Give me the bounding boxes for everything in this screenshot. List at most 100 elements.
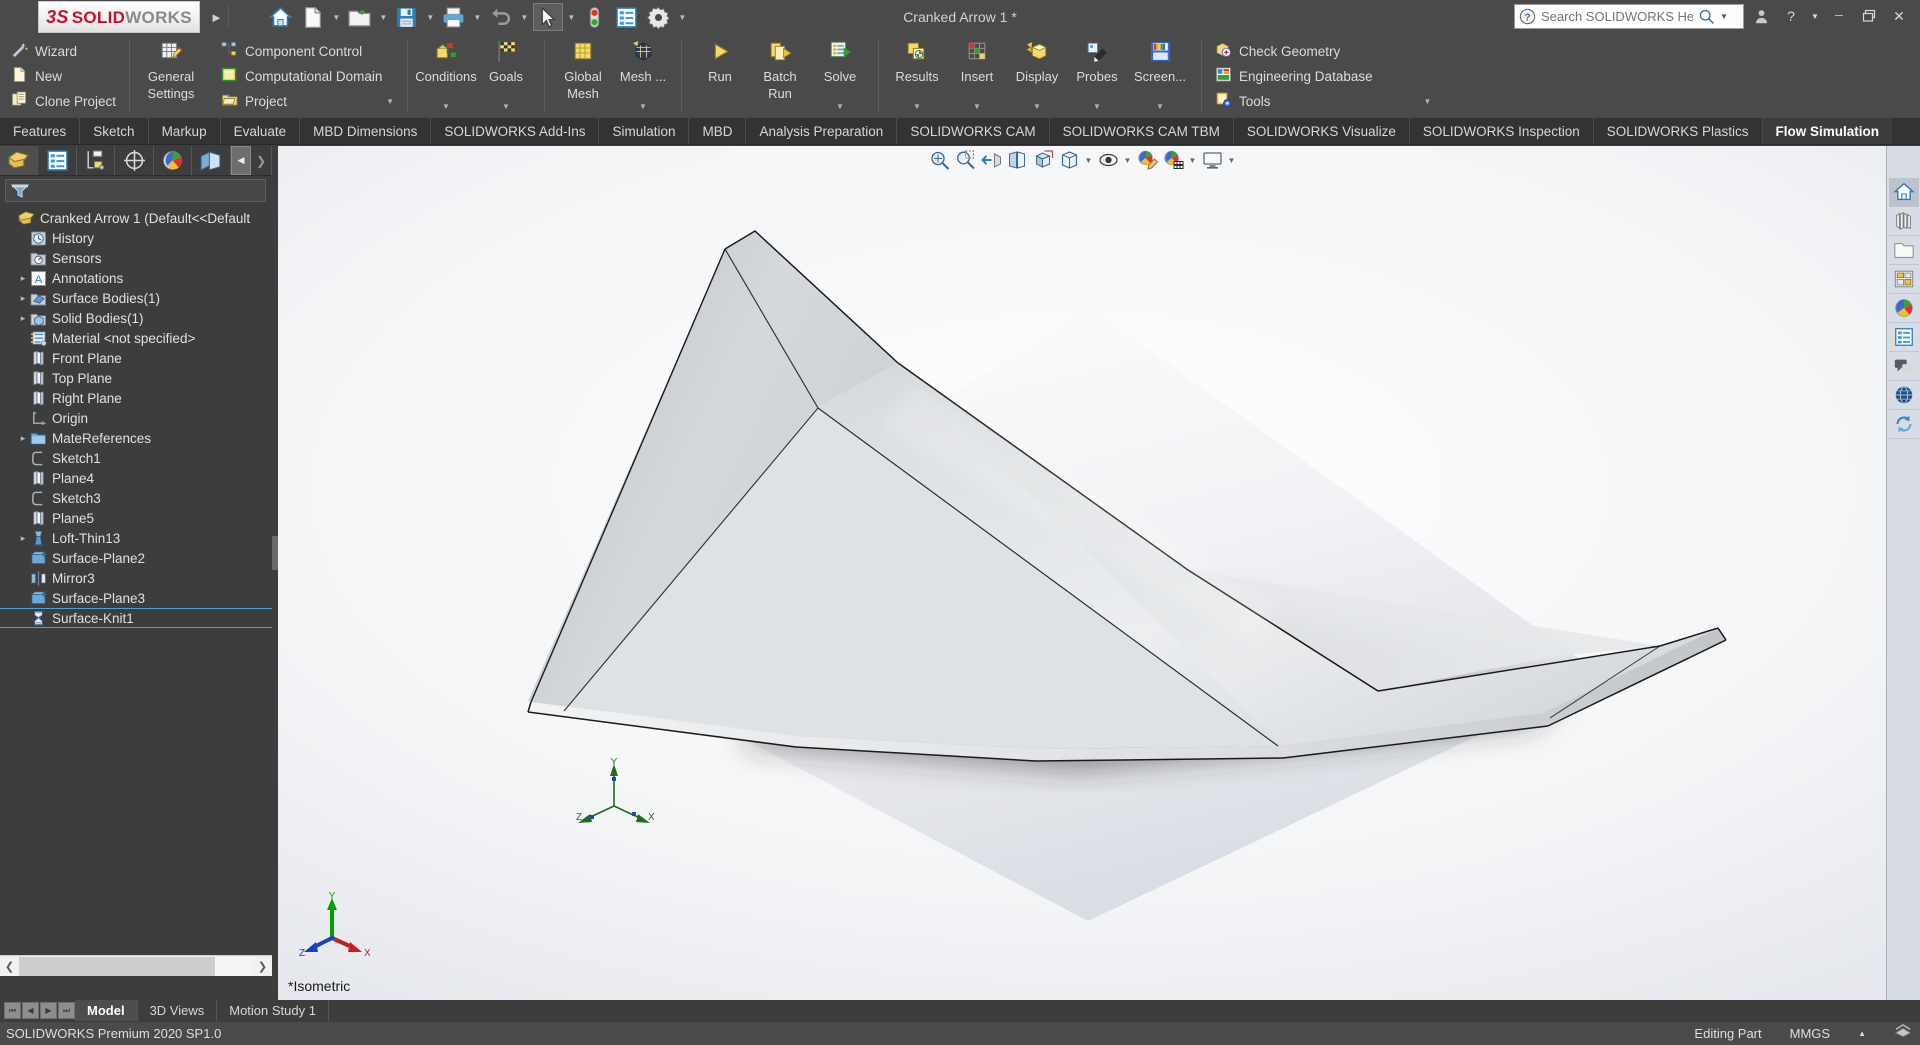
- run-button[interactable]: Run: [690, 36, 750, 116]
- open-dropdown-arrow-icon[interactable]: ▼: [377, 13, 390, 22]
- reference-triad[interactable]: Y X Z: [298, 890, 370, 962]
- screenshot-dropdown-arrow-icon[interactable]: ▼: [1156, 99, 1164, 116]
- options-dropdown-arrow-icon[interactable]: ▼: [676, 13, 689, 22]
- new-document-dropdown-arrow-icon[interactable]: ▼: [330, 13, 343, 22]
- expand-panel-button[interactable]: ❯: [251, 146, 272, 175]
- results-button[interactable]: Results ▼: [887, 36, 947, 116]
- command-tab-markup[interactable]: Markup: [149, 118, 221, 144]
- new-document-icon[interactable]: [298, 3, 328, 31]
- project-dropdown-arrow-icon[interactable]: ▼: [386, 97, 394, 106]
- home-icon[interactable]: [266, 3, 296, 31]
- tools-dropdown-arrow-icon[interactable]: ▼: [1424, 97, 1432, 106]
- tree-item-sensors[interactable]: Sensors: [0, 248, 272, 268]
- view-palette-icon[interactable]: [1888, 265, 1919, 294]
- tree-filter-bar[interactable]: [5, 179, 266, 202]
- section-view-icon[interactable]: [1005, 147, 1030, 173]
- print-dropdown-arrow-icon[interactable]: ▼: [471, 13, 484, 22]
- expand-toggle-icon[interactable]: ▸: [16, 433, 30, 444]
- tree-item-cranked-arrow-1-default-default[interactable]: Cranked Arrow 1 (Default<<Default: [0, 208, 272, 228]
- probes-dropdown-arrow-icon[interactable]: ▼: [1093, 99, 1101, 116]
- mesh-button[interactable]: Mesh ... ▼: [613, 36, 673, 116]
- edit-appearance-icon[interactable]: [1135, 147, 1160, 173]
- command-tab-solidworks-inspection[interactable]: SOLIDWORKS Inspection: [1410, 118, 1594, 144]
- solve-dropdown-arrow-icon[interactable]: ▼: [836, 99, 844, 116]
- expand-toggle-icon[interactable]: ▸: [16, 313, 30, 324]
- tree-item-surface-bodies-1[interactable]: ▸ Surface Bodies(1): [0, 288, 272, 308]
- tree-item-surface-knit1[interactable]: Surface-Knit1: [0, 608, 272, 628]
- zoom-to-area-icon[interactable]: [953, 147, 978, 173]
- view-settings-dropdown-arrow-icon[interactable]: ▼: [1226, 156, 1238, 165]
- results-dropdown-arrow-icon[interactable]: ▼: [913, 99, 921, 116]
- user-account-icon[interactable]: [1748, 3, 1774, 29]
- document-tab-motion-study-1[interactable]: Motion Study 1: [217, 1000, 329, 1021]
- project-button[interactable]: Project ▼: [216, 89, 399, 114]
- first-tab-button[interactable]: ⏮: [4, 1002, 21, 1019]
- scroll-right-button[interactable]: ❯: [253, 956, 272, 976]
- tree-horizontal-scrollbar[interactable]: ❮ ❯: [0, 955, 272, 976]
- command-tab-mbd-dimensions[interactable]: MBD Dimensions: [300, 118, 432, 144]
- graphics-viewport[interactable]: ▼ ▼ ▼ ▼ Y X Z Y X Z *Isometric: [278, 146, 1886, 1000]
- undo-dropdown-arrow-icon[interactable]: ▼: [518, 13, 531, 22]
- tree-item-sketch1[interactable]: Sketch1: [0, 448, 272, 468]
- scroll-thumb[interactable]: [19, 956, 215, 976]
- menu-expand-arrow-icon[interactable]: ►: [210, 10, 223, 25]
- command-tab-mbd[interactable]: MBD: [689, 118, 747, 144]
- tree-item-plane4[interactable]: Plane4: [0, 468, 272, 488]
- save-icon[interactable]: [392, 3, 422, 31]
- tree-item-sketch3[interactable]: Sketch3: [0, 488, 272, 508]
- dimxpert-manager-tab[interactable]: [115, 146, 154, 175]
- command-tab-features[interactable]: Features: [0, 118, 81, 144]
- new-project-button[interactable]: New: [6, 64, 121, 89]
- conditions-button[interactable]: Conditions ▼: [415, 36, 477, 116]
- tree-item-annotations[interactable]: ▸ A Annotations: [0, 268, 272, 288]
- hide-show-dropdown-arrow-icon[interactable]: ▼: [1122, 156, 1134, 165]
- component-control-button[interactable]: Component Control: [216, 39, 399, 64]
- solidworks-logo[interactable]: 3S SOLIDWORKS: [38, 1, 200, 33]
- help-question-icon[interactable]: ?: [1778, 3, 1804, 29]
- last-tab-button[interactable]: ⏭: [58, 1002, 75, 1019]
- batch-run-button[interactable]: Batch Run: [750, 36, 810, 116]
- appearances-scenes-icon[interactable]: [1888, 294, 1919, 323]
- expand-toggle-icon[interactable]: ▸: [16, 293, 30, 304]
- command-tab-solidworks-cam-tbm[interactable]: SOLIDWORKS CAM TBM: [1050, 118, 1234, 144]
- computational-domain-button[interactable]: Computational Domain: [216, 64, 399, 89]
- mesh-dropdown-arrow-icon[interactable]: ▼: [639, 99, 647, 116]
- property-manager-tab[interactable]: [38, 146, 77, 175]
- tree-item-surface-plane3[interactable]: Surface-Plane3: [0, 588, 272, 608]
- scroll-left-button[interactable]: ❮: [0, 956, 19, 976]
- screenshot-button[interactable]: Screen... ▼: [1127, 36, 1193, 116]
- rebuild-icon[interactable]: [580, 3, 610, 31]
- display-style-dropdown-arrow-icon[interactable]: ▼: [1083, 156, 1095, 165]
- next-tab-button[interactable]: ▶: [40, 1002, 57, 1019]
- file-explorer-icon[interactable]: [1888, 236, 1919, 265]
- restore-icon[interactable]: [1856, 3, 1882, 29]
- tree-item-loft-thin13[interactable]: ▸ Loft-Thin13: [0, 528, 272, 548]
- document-tab-3d-views[interactable]: 3D Views: [138, 1000, 218, 1021]
- tree-item-material-not-specified[interactable]: Material <not specified>: [0, 328, 272, 348]
- goals-button[interactable]: Goals ▼: [476, 36, 536, 116]
- command-tab-solidworks-cam[interactable]: SOLIDWORKS CAM: [897, 118, 1050, 144]
- display-button[interactable]: Display ▼: [1007, 36, 1067, 116]
- view-settings-icon[interactable]: [1200, 147, 1225, 173]
- tree-item-mirror3[interactable]: Mirror3: [0, 568, 272, 588]
- print-icon[interactable]: [439, 3, 469, 31]
- global-mesh-button[interactable]: Global Mesh: [553, 36, 613, 116]
- flow-simulation-tab[interactable]: [192, 146, 231, 175]
- design-library-icon[interactable]: [1888, 207, 1919, 236]
- expand-toggle-icon[interactable]: ▸: [16, 533, 30, 544]
- apply-scene-icon[interactable]: [1161, 147, 1186, 173]
- tree-item-top-plane[interactable]: Top Plane: [0, 368, 272, 388]
- tree-item-history[interactable]: History: [0, 228, 272, 248]
- command-tab-evaluate[interactable]: Evaluate: [221, 118, 301, 144]
- undo-icon[interactable]: [486, 3, 516, 31]
- previous-view-icon[interactable]: [979, 147, 1004, 173]
- command-tab-sketch[interactable]: Sketch: [80, 118, 149, 144]
- open-folder-icon[interactable]: [345, 3, 375, 31]
- engineering-database-button[interactable]: Engineering Database: [1210, 64, 1436, 89]
- tree-item-origin[interactable]: Origin: [0, 408, 272, 428]
- select-cursor-icon[interactable]: [532, 3, 563, 31]
- display-manager-tab[interactable]: [154, 146, 193, 175]
- previous-tab-button[interactable]: ◀: [22, 1002, 39, 1019]
- command-tab-flow-simulation[interactable]: Flow Simulation: [1762, 118, 1893, 144]
- close-icon[interactable]: ✕: [1886, 3, 1912, 29]
